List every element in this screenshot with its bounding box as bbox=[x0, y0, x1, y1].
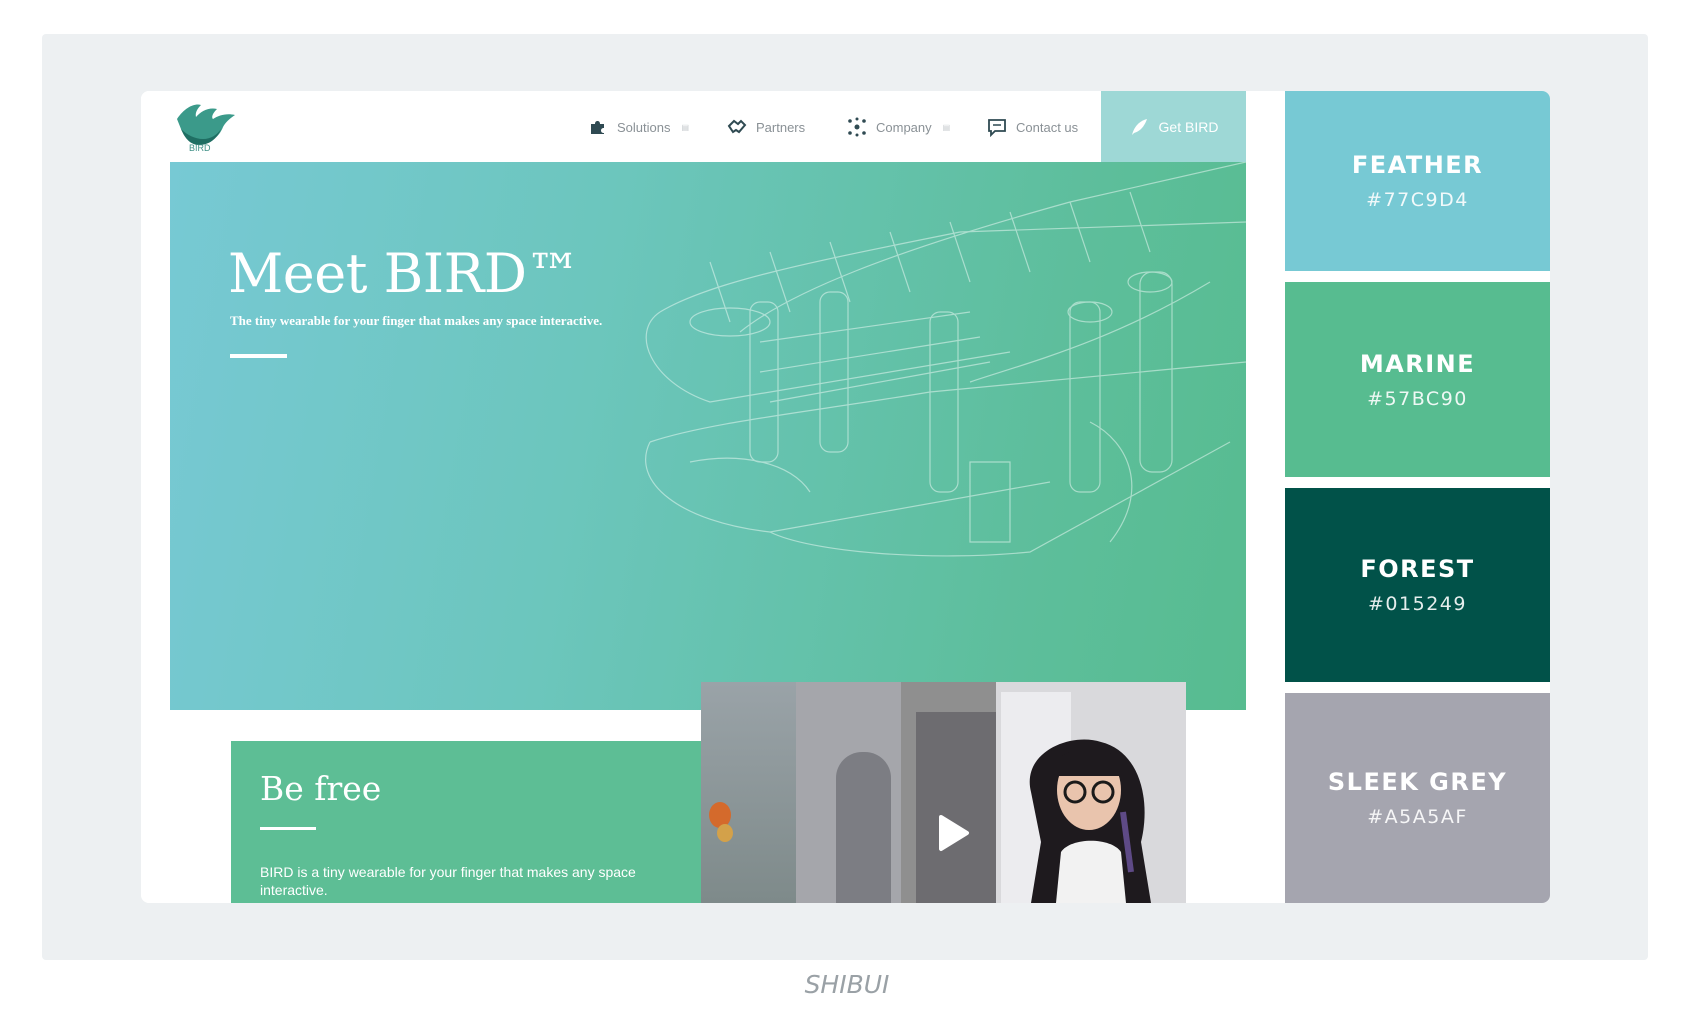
handshake-icon bbox=[727, 119, 747, 134]
swatch-name: FOREST bbox=[1360, 555, 1475, 583]
network-icon bbox=[848, 117, 866, 137]
swatch-name: SLEEK GREY bbox=[1327, 768, 1508, 796]
nav-label: Contact us bbox=[1016, 119, 1079, 135]
chevron-down-icon: ▤ bbox=[942, 122, 951, 132]
palette-card: BIRD Solutions ▤ Partners Company ▤ Cont… bbox=[141, 91, 1550, 903]
nav-item-solutions[interactable]: Solutions ▤ bbox=[588, 113, 689, 141]
website-preview: BIRD Solutions ▤ Partners Company ▤ Cont… bbox=[141, 91, 1246, 903]
video-player[interactable] bbox=[701, 682, 1186, 903]
image-caption: SHIBUI bbox=[804, 970, 890, 999]
feature-text: BIRD is a tiny wearable for your finger … bbox=[260, 864, 636, 898]
swatch-marine: MARINE #57BC90 bbox=[1285, 282, 1550, 477]
hero-divider bbox=[230, 354, 287, 358]
swatch-forest: FOREST #015249 bbox=[1285, 488, 1550, 682]
logo-text: BIRD bbox=[189, 143, 211, 153]
chevron-down-icon: ▤ bbox=[681, 122, 690, 132]
swatch-sleek-grey: SLEEK GREY #A5A5AF bbox=[1285, 693, 1550, 903]
video-scene-shadow bbox=[916, 712, 996, 903]
nav-item-company[interactable]: Company ▤ bbox=[847, 113, 950, 141]
chat-icon bbox=[988, 119, 1006, 137]
hero-banner: Meet BIRD™ The tiny wearable for your fi… bbox=[170, 162, 1246, 710]
swatch-name: MARINE bbox=[1359, 349, 1476, 378]
device-wireframe-illustration bbox=[645, 162, 1246, 557]
hero-subtitle: The tiny wearable for your finger that m… bbox=[230, 313, 603, 328]
video-person-figure bbox=[1029, 739, 1151, 903]
swatch-name: FEATHER bbox=[1351, 151, 1484, 179]
nav-item-partners[interactable]: Partners bbox=[727, 113, 805, 141]
nav-label: Partners bbox=[756, 119, 806, 135]
feature-divider bbox=[260, 827, 316, 830]
feather-icon bbox=[1131, 118, 1147, 135]
nav-bar: BIRD Solutions ▤ Partners Company ▤ Cont… bbox=[141, 91, 1246, 162]
video-scene-wall bbox=[701, 682, 796, 903]
swatch-feather: FEATHER #77C9D4 bbox=[1285, 91, 1550, 271]
swatch-hex: #57BC90 bbox=[1367, 387, 1468, 410]
feature-title: Be free bbox=[260, 769, 382, 808]
nav-item-contact[interactable]: Contact us bbox=[987, 113, 1078, 141]
nav-label: Company bbox=[876, 119, 932, 135]
puzzle-icon bbox=[591, 121, 604, 134]
nav-label: Solutions bbox=[617, 119, 671, 135]
swatch-hex: #77C9D4 bbox=[1366, 189, 1469, 211]
play-icon[interactable] bbox=[933, 813, 973, 853]
feature-block: Be free BIRD is a tiny wearable for your… bbox=[231, 741, 701, 903]
swatch-hex: #015249 bbox=[1368, 593, 1467, 615]
video-scene-arch bbox=[836, 752, 891, 903]
video-scene-detail bbox=[717, 824, 733, 842]
swatch-hex: #A5A5AF bbox=[1367, 806, 1468, 828]
hero-title: Meet BIRD™ bbox=[228, 242, 581, 305]
get-bird-button[interactable]: Get BIRD bbox=[1101, 91, 1246, 162]
get-bird-label: Get BIRD bbox=[1158, 118, 1219, 135]
